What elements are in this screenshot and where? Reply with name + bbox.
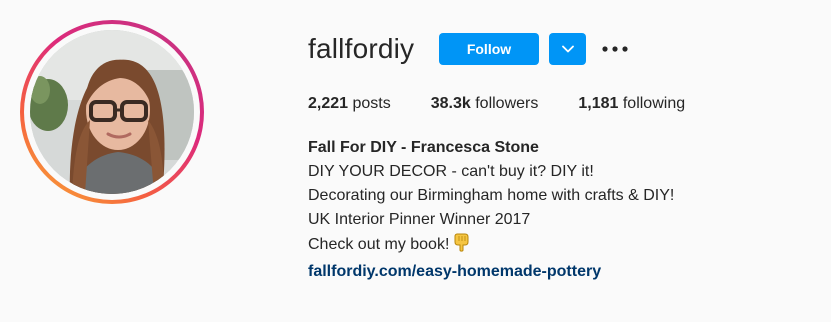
bio-line: DIY YOUR DECOR - can't buy it? DIY it! xyxy=(308,163,594,180)
profile-full-name: Fall For DIY - Francesca Stone xyxy=(308,139,539,156)
profile-bio: Fall For DIY - Francesca Stone DIY YOUR … xyxy=(308,136,674,284)
bio-line: UK Interior Pinner Winner 2017 xyxy=(308,211,531,228)
posts-stat: 2,221 posts xyxy=(308,92,391,116)
profile-username: fallfordiy xyxy=(308,33,415,64)
following-count: 1,181 xyxy=(578,95,619,112)
pointing-down-hand-emoji xyxy=(453,232,471,260)
suggested-accounts-dropdown-button[interactable] xyxy=(549,33,586,65)
more-options-icon xyxy=(602,46,628,52)
following-label: following xyxy=(618,95,686,112)
follow-button[interactable]: Follow xyxy=(439,33,539,65)
followers-count: 38.3k xyxy=(430,95,471,112)
more-options-button[interactable] xyxy=(600,38,630,60)
bio-line-with-emoji: Check out my book! xyxy=(308,232,674,260)
profile-photo xyxy=(30,30,194,194)
posts-label: posts xyxy=(348,95,391,112)
bio-line: Check out my book! xyxy=(308,236,450,253)
bio-line: Decorating our Birmingham home with craf… xyxy=(308,187,675,204)
following-stat[interactable]: 1,181 following xyxy=(578,92,685,116)
chevron-down-icon xyxy=(561,45,574,53)
posts-count: 2,221 xyxy=(308,95,349,112)
bio-website-link[interactable]: fallfordiy.com/easy-homemade-pottery xyxy=(308,260,674,284)
avatar-story-ring[interactable] xyxy=(20,20,204,204)
followers-label: followers xyxy=(470,95,539,112)
profile-stats: 2,221 posts 38.3k followers 1,181 follow… xyxy=(308,92,725,116)
avatar[interactable] xyxy=(30,30,194,194)
followers-stat[interactable]: 38.3k followers xyxy=(431,92,539,116)
